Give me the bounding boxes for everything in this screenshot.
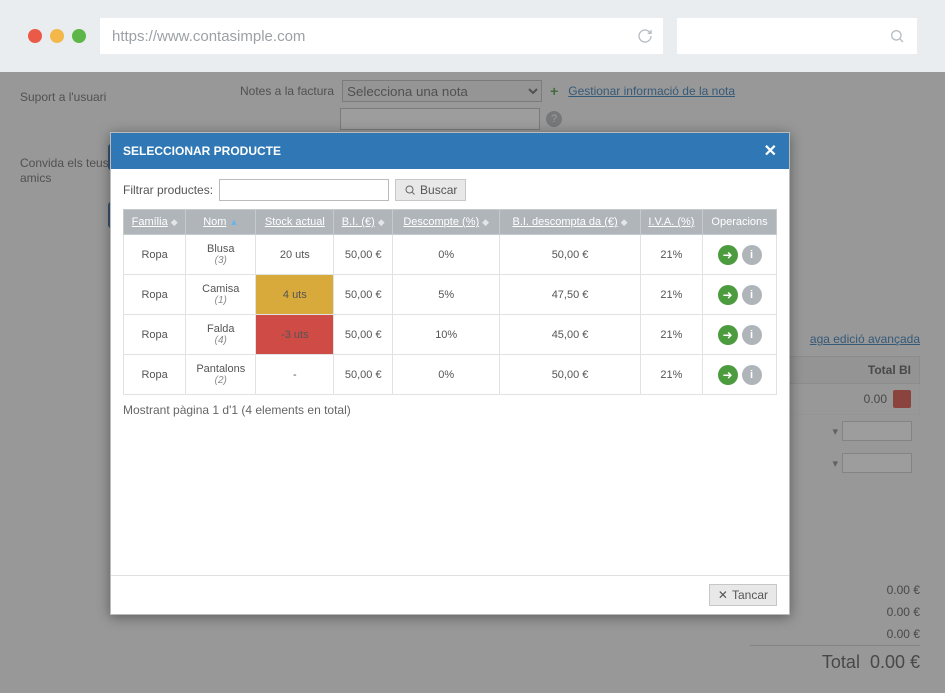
search-button[interactable]: Buscar: [395, 179, 466, 201]
filter-label: Filtrar productes:: [123, 183, 213, 197]
cell-ops: ➜i: [703, 315, 777, 355]
select-product-button[interactable]: ➜: [718, 285, 738, 305]
search-icon: [889, 28, 905, 44]
cell-bi: 50,00 €: [334, 355, 393, 395]
info-icon[interactable]: i: [742, 245, 762, 265]
cell-nom: Camisa(1): [186, 275, 256, 315]
minimize-window-icon[interactable]: [50, 29, 64, 43]
cell-ops: ➜i: [703, 355, 777, 395]
window-controls: [28, 29, 86, 43]
cell-desc: 10%: [393, 315, 500, 355]
cell-desc: 0%: [393, 235, 500, 275]
modal-title: SELECCIONAR PRODUCTE: [123, 144, 281, 158]
info-icon[interactable]: i: [742, 365, 762, 385]
cell-bi-desc: 50,00 €: [500, 355, 640, 395]
cell-familia: Ropa: [124, 275, 186, 315]
cell-ops: ➜i: [703, 235, 777, 275]
url-bar[interactable]: https://www.contasimple.com: [100, 18, 663, 54]
close-icon[interactable]: ✕: [764, 141, 777, 161]
cell-bi: 50,00 €: [334, 315, 393, 355]
col-ops: Operacions: [703, 210, 777, 235]
table-row: RopaCamisa(1)4 uts50,00 €5%47,50 €21%➜i: [124, 275, 777, 315]
products-table: Família◆ Nom▲ Stock actual B.I. (€)◆ Des…: [123, 209, 777, 395]
col-bi[interactable]: B.I. (€)◆: [334, 210, 393, 235]
cell-stock: -3 uts: [256, 315, 334, 355]
col-familia[interactable]: Família◆: [124, 210, 186, 235]
col-descompte[interactable]: Descompte (%)◆: [393, 210, 500, 235]
cell-iva: 21%: [640, 355, 702, 395]
cell-bi-desc: 47,50 €: [500, 275, 640, 315]
cell-nom: Falda(4): [186, 315, 256, 355]
select-product-modal: SELECCIONAR PRODUCTE ✕ Filtrar productes…: [110, 132, 790, 615]
cell-familia: Ropa: [124, 315, 186, 355]
maximize-window-icon[interactable]: [72, 29, 86, 43]
cell-bi-desc: 50,00 €: [500, 235, 640, 275]
filter-input[interactable]: [219, 179, 389, 201]
cell-bi-desc: 45,00 €: [500, 315, 640, 355]
url-text: https://www.contasimple.com: [112, 28, 305, 45]
select-product-button[interactable]: ➜: [718, 245, 738, 265]
cell-stock: 20 uts: [256, 235, 334, 275]
col-stock[interactable]: Stock actual: [256, 210, 334, 235]
cell-ops: ➜i: [703, 275, 777, 315]
cell-familia: Ropa: [124, 355, 186, 395]
col-nom[interactable]: Nom▲: [186, 210, 256, 235]
close-button[interactable]: ✕ Tancar: [709, 584, 777, 606]
cell-stock: -: [256, 355, 334, 395]
pager-text: Mostrant pàgina 1 d'1 (4 elements en tot…: [123, 403, 777, 417]
cell-iva: 21%: [640, 315, 702, 355]
close-window-icon[interactable]: [28, 29, 42, 43]
cell-familia: Ropa: [124, 235, 186, 275]
cell-desc: 0%: [393, 355, 500, 395]
x-small-icon: ✕: [718, 588, 728, 602]
cell-nom: Blusa(3): [186, 235, 256, 275]
table-row: RopaPantalons(2)-50,00 €0%50,00 €21%➜i: [124, 355, 777, 395]
browser-chrome-bar: https://www.contasimple.com: [0, 0, 945, 72]
cell-iva: 21%: [640, 275, 702, 315]
col-bi-desc[interactable]: B.I. descompta da (€)◆: [500, 210, 640, 235]
table-row: RopaBlusa(3)20 uts50,00 €0%50,00 €21%➜i: [124, 235, 777, 275]
col-iva[interactable]: I.V.A. (%): [640, 210, 702, 235]
select-product-button[interactable]: ➜: [718, 325, 738, 345]
info-icon[interactable]: i: [742, 285, 762, 305]
cell-bi: 50,00 €: [334, 275, 393, 315]
cell-stock: 4 uts: [256, 275, 334, 315]
table-row: RopaFalda(4)-3 uts50,00 €10%45,00 €21%➜i: [124, 315, 777, 355]
cell-iva: 21%: [640, 235, 702, 275]
cell-desc: 5%: [393, 275, 500, 315]
info-icon[interactable]: i: [742, 325, 762, 345]
select-product-button[interactable]: ➜: [718, 365, 738, 385]
search-bar[interactable]: [677, 18, 917, 54]
cell-bi: 50,00 €: [334, 235, 393, 275]
cell-nom: Pantalons(2): [186, 355, 256, 395]
refresh-icon[interactable]: [637, 28, 653, 44]
